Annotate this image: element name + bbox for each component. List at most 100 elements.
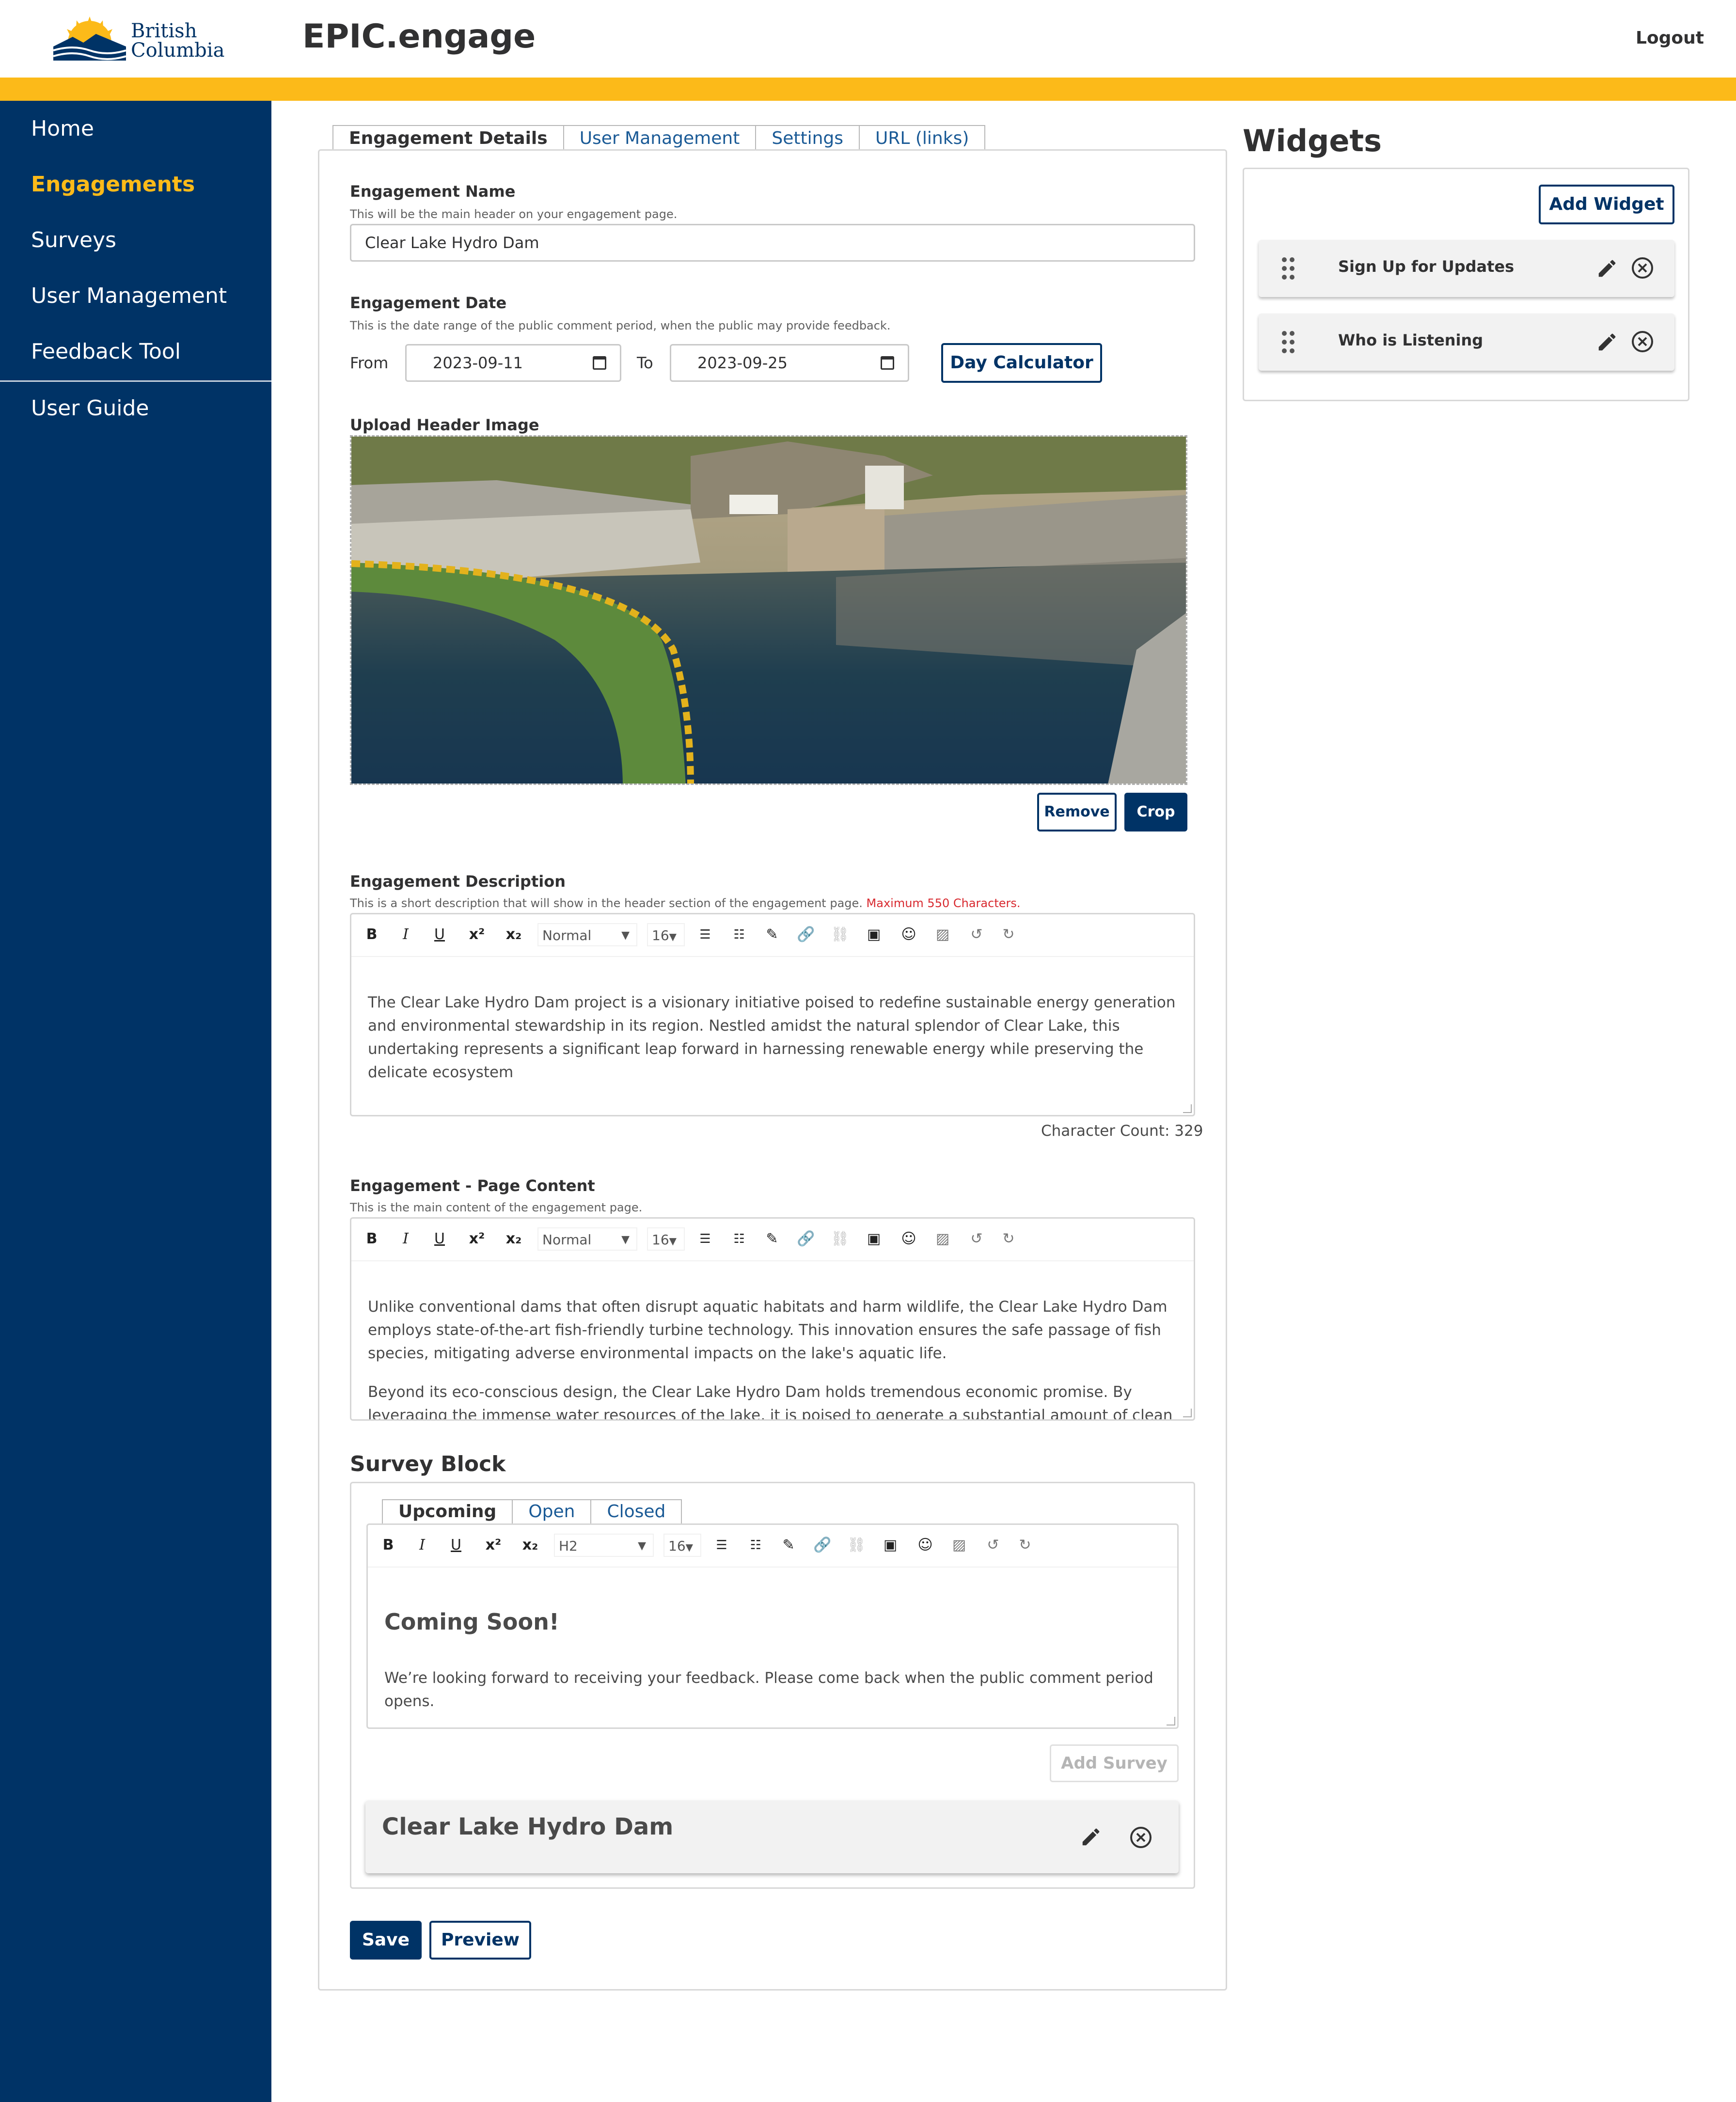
drag-handle-icon[interactable] [1282, 331, 1294, 354]
block-type-select[interactable]: Normal ▼ [537, 1227, 637, 1251]
ordered-list-icon[interactable]: ☷ [745, 1535, 766, 1556]
italic-button[interactable]: I [396, 924, 415, 945]
bold-button[interactable]: B [362, 1228, 381, 1250]
tab-closed[interactable]: Closed [590, 1499, 682, 1523]
superscript-button[interactable]: x² [465, 1228, 489, 1250]
edit-pencil-icon[interactable] [1596, 257, 1618, 280]
description-editor-content[interactable]: The Clear Lake Hydro Dam project is a vi… [368, 991, 1177, 1084]
drag-handle-icon[interactable] [1282, 257, 1294, 281]
unordered-list-icon[interactable]: ☰ [694, 1228, 716, 1250]
undo-icon[interactable]: ↺ [982, 1535, 1004, 1556]
edit-pencil-icon[interactable] [1596, 331, 1618, 353]
undo-icon[interactable]: ↺ [966, 1228, 987, 1250]
preview-button[interactable]: Preview [429, 1921, 531, 1960]
link-icon[interactable]: 🔗 [795, 1228, 817, 1250]
font-size-select[interactable]: 16▼ [647, 1227, 685, 1251]
embedded-icon[interactable]: ▣ [863, 924, 884, 945]
underline-button[interactable]: U [430, 1228, 449, 1250]
coming-soon-heading[interactable]: Coming Soon! [384, 1607, 1161, 1636]
image-icon[interactable]: ▨ [932, 924, 953, 945]
close-circle-icon[interactable] [1631, 330, 1654, 353]
tab-user-management[interactable]: User Management [563, 125, 757, 151]
tab-engagement-details[interactable]: Engagement Details [332, 125, 564, 151]
save-button[interactable]: Save [350, 1921, 422, 1960]
underline-button[interactable]: U [446, 1535, 466, 1556]
calendar-icon[interactable] [881, 356, 894, 370]
sidebar-item-user-management[interactable]: User Management [0, 268, 271, 324]
sidebar-item-engagements[interactable]: Engagements [0, 157, 271, 212]
resize-handle-icon[interactable] [1183, 1104, 1192, 1113]
bc-logo[interactable]: British Columbia [53, 14, 228, 67]
link-icon[interactable]: 🔗 [795, 924, 817, 945]
header-image-preview[interactable] [350, 435, 1187, 785]
bold-button[interactable]: B [379, 1535, 398, 1556]
ordered-list-icon[interactable]: ☷ [728, 924, 750, 945]
block-type-select[interactable]: H2 ▼ [554, 1534, 654, 1557]
bold-button[interactable]: B [362, 924, 381, 945]
unordered-list-icon[interactable]: ☰ [694, 924, 716, 945]
subscript-button[interactable]: x₂ [518, 1535, 542, 1556]
tab-settings[interactable]: Settings [755, 125, 860, 151]
subscript-button[interactable]: x₂ [502, 924, 526, 945]
superscript-button[interactable]: x² [465, 924, 489, 945]
underline-button[interactable]: U [430, 924, 449, 945]
italic-button[interactable]: I [396, 1228, 415, 1250]
description-editor[interactable]: B I U x² x₂ Normal ▼ 16▼ ☰ ☷ ✎ 🔗 ⛓ ▣ ☺ ▨ … [350, 913, 1195, 1116]
tab-url-links[interactable]: URL (links) [859, 125, 986, 151]
unlink-icon[interactable]: ⛓ [846, 1535, 867, 1556]
unlink-icon[interactable]: ⛓ [829, 1228, 851, 1250]
sidebar-item-home[interactable]: Home [0, 101, 271, 157]
logout-link[interactable]: Logout [1636, 28, 1704, 48]
color-picker-icon[interactable]: ✎ [761, 1228, 783, 1250]
undo-icon[interactable]: ↺ [966, 924, 987, 945]
image-icon[interactable]: ▨ [948, 1535, 970, 1556]
resize-handle-icon[interactable] [1183, 1409, 1192, 1417]
close-circle-icon[interactable] [1631, 256, 1654, 280]
survey-card[interactable]: Clear Lake Hydro Dam [365, 1801, 1179, 1873]
subscript-button[interactable]: x₂ [502, 1228, 526, 1250]
unordered-list-icon[interactable]: ☰ [711, 1535, 732, 1556]
ordered-list-icon[interactable]: ☷ [728, 1228, 750, 1250]
page-content-paragraph-2[interactable]: Beyond its eco-conscious design, the Cle… [368, 1380, 1177, 1419]
page-content-paragraph-1[interactable]: Unlike conventional dams that often disr… [368, 1295, 1177, 1365]
image-icon[interactable]: ▨ [932, 1228, 953, 1250]
block-type-select[interactable]: Normal ▼ [537, 923, 637, 946]
survey-status-editor[interactable]: B I U x² x₂ H2 ▼ 16▼ ☰ ☷ ✎ 🔗 ⛓ ▣ ☺ ▨ ↺ ↻ … [366, 1523, 1179, 1729]
engagement-name-input[interactable]: Clear Lake Hydro Dam [350, 224, 1195, 262]
crop-image-button[interactable]: Crop [1124, 793, 1187, 831]
font-size-select[interactable]: 16▼ [663, 1534, 701, 1557]
widget-card-sign-up[interactable]: Sign Up for Updates [1259, 240, 1674, 297]
add-survey-button[interactable]: Add Survey [1050, 1744, 1179, 1782]
font-size-select[interactable]: 16▼ [647, 923, 685, 946]
link-icon[interactable]: 🔗 [812, 1535, 833, 1556]
sidebar-item-surveys[interactable]: Surveys [0, 212, 271, 268]
redo-icon[interactable]: ↻ [1014, 1535, 1036, 1556]
close-circle-icon[interactable] [1129, 1826, 1152, 1849]
sidebar-item-user-guide[interactable]: User Guide [0, 382, 271, 438]
emoji-icon[interactable]: ☺ [915, 1535, 936, 1556]
unlink-icon[interactable]: ⛓ [829, 924, 851, 945]
embedded-icon[interactable]: ▣ [880, 1535, 901, 1556]
italic-button[interactable]: I [412, 1535, 432, 1556]
tab-open[interactable]: Open [512, 1499, 592, 1523]
calendar-icon[interactable] [593, 356, 606, 370]
emoji-icon[interactable]: ☺ [898, 1228, 919, 1250]
coming-soon-text[interactable]: We’re looking forward to receiving your … [384, 1666, 1161, 1713]
to-date-input[interactable]: 2023-09-25 [670, 344, 909, 382]
redo-icon[interactable]: ↻ [998, 1228, 1019, 1250]
page-content-editor[interactable]: B I U x² x₂ Normal ▼ 16▼ ☰ ☷ ✎ 🔗 ⛓ ▣ ☺ ▨ … [350, 1217, 1195, 1421]
color-picker-icon[interactable]: ✎ [778, 1535, 799, 1556]
tab-upcoming[interactable]: Upcoming [382, 1499, 513, 1523]
from-date-input[interactable]: 2023-09-11 [405, 344, 621, 382]
emoji-icon[interactable]: ☺ [898, 924, 919, 945]
edit-pencil-icon[interactable] [1080, 1826, 1102, 1848]
add-widget-button[interactable]: Add Widget [1539, 185, 1674, 224]
sidebar-item-feedback-tool[interactable]: Feedback Tool [0, 324, 271, 379]
embedded-icon[interactable]: ▣ [863, 1228, 884, 1250]
day-calculator-button[interactable]: Day Calculator [941, 343, 1102, 383]
widget-card-who-is-listening[interactable]: Who is Listening [1259, 314, 1674, 371]
remove-image-button[interactable]: Remove [1037, 793, 1117, 831]
redo-icon[interactable]: ↻ [998, 924, 1019, 945]
resize-handle-icon[interactable] [1167, 1717, 1175, 1726]
color-picker-icon[interactable]: ✎ [761, 924, 783, 945]
